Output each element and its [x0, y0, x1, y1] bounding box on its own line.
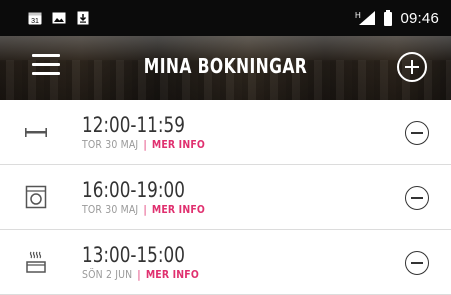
separator: | — [143, 138, 147, 151]
booking-subline: SÖN 2 JUN | MER INFO — [82, 268, 199, 281]
more-info-link[interactable]: MER INFO — [152, 138, 205, 151]
status-bar-left: 31 — [0, 11, 90, 25]
sauna-icon — [26, 251, 46, 273]
booking-date: SÖN 2 JUN — [82, 268, 133, 281]
booking-time: 13:00-15:00 — [82, 243, 185, 267]
status-bar: 31 H 09:46 — [0, 0, 451, 36]
page-title: MINA BOKNINGAR — [143, 54, 308, 78]
add-booking-button[interactable] — [397, 52, 427, 82]
booking-time: 16:00-19:00 — [82, 178, 185, 202]
remove-booking-icon[interactable] — [405, 186, 429, 210]
more-info-link[interactable]: MER INFO — [152, 203, 205, 216]
more-info-link[interactable]: MER INFO — [146, 268, 199, 281]
battery-icon — [384, 10, 393, 26]
clock: 09:46 — [400, 9, 439, 27]
separator: | — [143, 203, 147, 216]
washing-machine-icon — [25, 185, 47, 209]
network-type: H — [355, 11, 361, 20]
booking-time: 12:00-11:59 — [82, 113, 185, 137]
booking-row[interactable]: 12:00-11:59 TOR 30 MAJ | MER INFO — [0, 100, 451, 165]
booking-list: 12:00-11:59 TOR 30 MAJ | MER INFO 16:00-19… — [0, 100, 451, 295]
booking-subline: TOR 30 MAJ | MER INFO — [82, 138, 205, 151]
booking-row[interactable]: 13:00-15:00 SÖN 2 JUN | MER INFO — [0, 230, 451, 295]
remove-booking-icon[interactable] — [405, 251, 429, 275]
app-header: MINA BOKNINGAR — [0, 36, 451, 100]
image-icon — [52, 12, 66, 24]
separator: | — [137, 268, 141, 281]
status-bar-right: H 09:46 — [354, 10, 451, 27]
booking-date: TOR 30 MAJ — [82, 138, 139, 151]
booking-date: TOR 30 MAJ — [82, 203, 139, 216]
booking-subline: TOR 30 MAJ | MER INFO — [82, 203, 205, 216]
remove-booking-icon[interactable] — [405, 121, 429, 145]
booking-row[interactable]: 16:00-19:00 TOR 30 MAJ | MER INFO — [0, 165, 451, 230]
bed-icon — [25, 128, 47, 137]
calendar-day: 31 — [31, 18, 39, 25]
signal-icon: H — [355, 11, 376, 25]
download-icon — [77, 11, 89, 25]
calendar-icon: 31 — [28, 12, 42, 25]
